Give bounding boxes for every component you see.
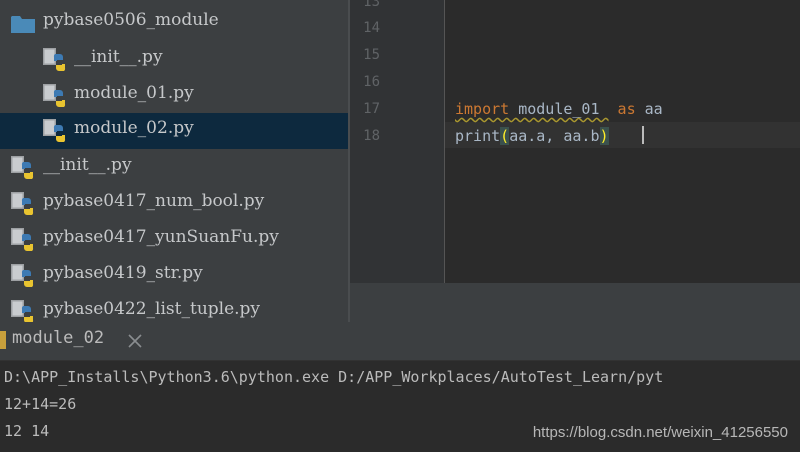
python-file-icon <box>43 48 66 71</box>
line-number: 16 <box>363 74 380 90</box>
code-line-18[interactable]: print(aa.a, aa.b) <box>455 127 609 145</box>
tree-folder-pybase0506-module[interactable]: pybase0506_module <box>0 5 350 41</box>
python-file-icon <box>43 119 66 142</box>
editor-bottom-strip <box>350 283 800 322</box>
line-number: 13 <box>363 0 380 10</box>
run-tab-label[interactable]: module_02 <box>12 328 104 348</box>
tree-file-yunsuanfu[interactable]: pybase0417_yunSuanFu.py <box>0 222 350 258</box>
import-keyword: import <box>455 100 510 118</box>
text-caret <box>642 126 644 144</box>
python-file-icon <box>11 192 34 215</box>
tree-file-init-nested[interactable]: __init__.py <box>0 42 350 78</box>
run-panel-header: module_02 <box>0 322 800 361</box>
tree-item-label: module_02.py <box>74 118 194 138</box>
console-line: 12+14=26 <box>4 395 77 413</box>
line-number: 14 <box>363 20 380 36</box>
watermark: https://blog.csdn.net/weixin_41256550 <box>532 424 788 441</box>
tree-item-label: __init__.py <box>74 47 163 67</box>
tree-file-module-01[interactable]: module_01.py <box>0 78 350 114</box>
tree-item-label: module_01.py <box>74 83 194 103</box>
line-number-gutter: 13 14 15 16 17 18 <box>350 0 445 283</box>
project-tree: pybase0506_module __init__.py module_01.… <box>0 0 350 322</box>
as-keyword: as <box>608 100 636 118</box>
python-file-icon <box>11 264 34 287</box>
tree-file-str[interactable]: pybase0419_str.py <box>0 258 350 294</box>
line-number: 15 <box>363 47 380 63</box>
python-file-icon <box>11 156 34 179</box>
print-arguments: aa.a, aa.b <box>509 127 600 145</box>
tree-item-label: pybase0419_str.py <box>43 263 203 283</box>
close-paren: ) <box>599 127 609 145</box>
open-paren: ( <box>500 127 510 145</box>
tree-item-label: pybase0417_yunSuanFu.py <box>43 227 279 247</box>
code-line-17[interactable]: import module_01 as aa <box>455 100 663 118</box>
tree-file-module-02[interactable]: module_02.py <box>0 113 350 149</box>
print-function: print <box>455 127 501 145</box>
run-config-icon <box>0 331 6 349</box>
console-line: 12 14 <box>4 422 50 440</box>
alias-name: aa <box>635 100 663 118</box>
code-editor[interactable]: 13 14 15 16 17 18 import module_01 as aa… <box>350 0 800 283</box>
tree-file-num-bool[interactable]: pybase0417_num_bool.py <box>0 186 350 222</box>
python-file-icon <box>11 228 34 251</box>
console-line: D:\APP_Installs\Python3.6\python.exe D:/… <box>4 368 664 386</box>
tree-item-label: pybase0506_module <box>43 10 219 30</box>
python-file-icon <box>11 300 34 322</box>
folder-icon <box>11 16 35 33</box>
close-icon[interactable] <box>126 332 144 350</box>
tree-item-label: pybase0417_num_bool.py <box>43 191 265 211</box>
line-number: 18 <box>363 128 380 144</box>
tree-item-label: __init__.py <box>43 155 132 175</box>
tree-file-init[interactable]: __init__.py <box>0 150 350 186</box>
python-file-icon <box>43 84 66 107</box>
module-name: module_01 <box>509 100 609 118</box>
line-number: 17 <box>363 101 380 117</box>
tree-item-label: pybase0422_list_tuple.py <box>43 299 261 319</box>
tree-file-list-tuple[interactable]: pybase0422_list_tuple.py <box>0 294 350 322</box>
